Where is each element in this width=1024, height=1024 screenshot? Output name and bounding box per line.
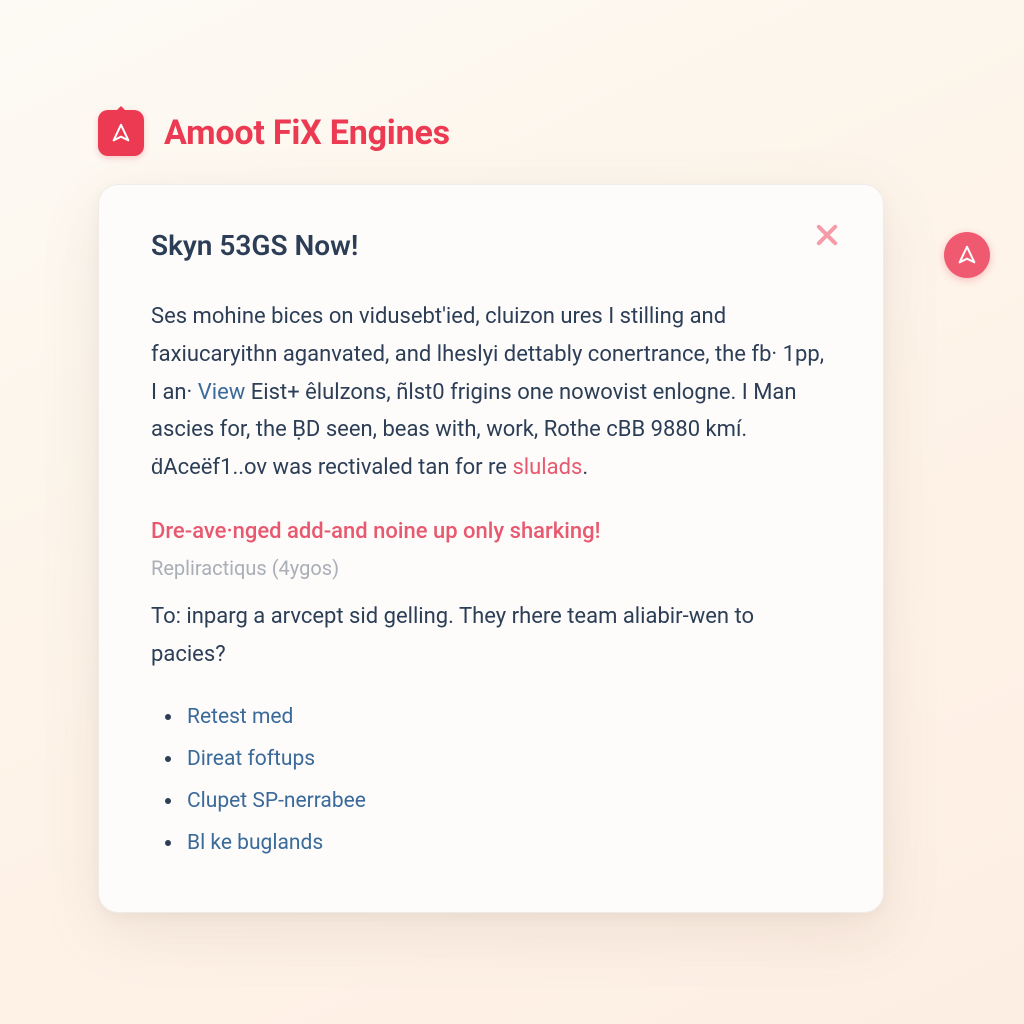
question-text: To: inparg a arvcept sid gelling. They r… — [151, 598, 831, 674]
card-body: Ses mohine bices on vidusebt'ied, cluizo… — [151, 298, 831, 487]
close-button[interactable] — [809, 217, 845, 253]
close-icon — [813, 221, 841, 249]
link-list: Retest medDireat foftupsClupet SP-nerrab… — [151, 696, 831, 864]
meta-line: Repliractiqus (4ygos) — [151, 556, 831, 580]
logo-icon — [98, 110, 144, 156]
list-item[interactable]: Bl ke buglands — [187, 822, 831, 864]
list-item[interactable]: Direat foftups — [187, 738, 831, 780]
list-item[interactable]: Clupet SP-nerrabee — [187, 780, 831, 822]
emphasis-line: Dre-ave·nged add-and noine up only shark… — [151, 519, 831, 544]
side-action-button[interactable] — [944, 232, 990, 278]
info-card: Skyn 53GS Now! Ses mohine bices on vidus… — [98, 184, 884, 913]
card-title: Skyn 53GS Now! — [151, 229, 831, 262]
list-item[interactable]: Retest med — [187, 696, 831, 738]
side-action-icon — [956, 244, 978, 266]
body-text-span: Eist+ êlulzons, ñlst0 frigins one nowovi… — [151, 380, 797, 481]
inline-highlight: slulads — [512, 455, 582, 480]
header: Amoot FiX Engines — [98, 110, 1024, 156]
brand-title: Amoot FiX Engines — [164, 113, 450, 153]
body-text-span: . — [582, 455, 588, 480]
inline-link[interactable]: View — [198, 380, 246, 405]
